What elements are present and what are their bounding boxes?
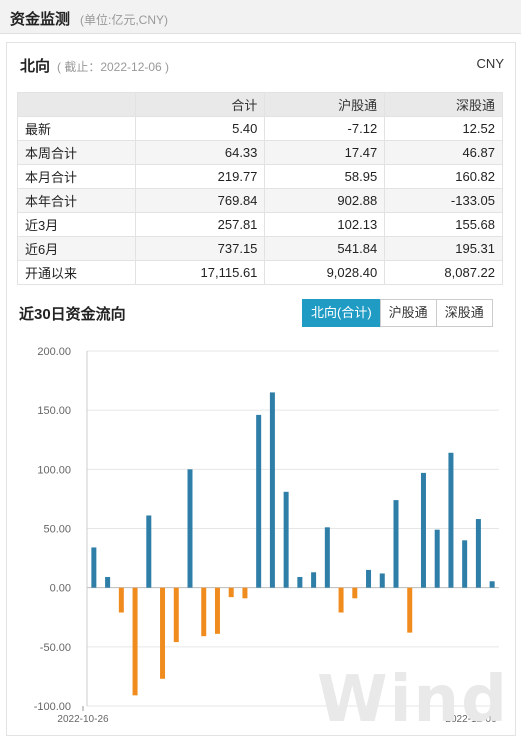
column-header <box>17 92 136 117</box>
table-row: 最新 5.40 -7.12 12.52 <box>17 116 503 141</box>
table-cell: 64.33 <box>134 140 266 165</box>
x-tick-label-start: 2022-10-26 <box>57 714 109 725</box>
tab-northbound-total[interactable]: 北向(合计) <box>302 299 381 327</box>
page-title: 资金监测 <box>10 11 71 28</box>
unit-label: (单位:亿元,CNY) <box>80 13 168 27</box>
bar <box>311 572 317 588</box>
flow-summary-table: 合计 沪股通 深股通 最新 5.40 -7.12 12.52 本周合计 64.3… <box>17 92 503 285</box>
northbound-title: 北向 <box>20 58 51 75</box>
y-tick-label: 0.00 <box>50 583 71 595</box>
y-tick-label: 200.00 <box>37 346 71 358</box>
table-cell: 17.47 <box>264 140 386 165</box>
y-tick-label: -50.00 <box>40 642 71 654</box>
bar <box>489 581 495 588</box>
row-label: 开通以来 <box>17 260 136 285</box>
table-cell: 102.13 <box>264 212 386 237</box>
bar <box>228 587 234 598</box>
row-label: 最新 <box>17 116 136 141</box>
table-cell: 737.15 <box>134 236 266 261</box>
table-cell: 8,087.22 <box>384 260 503 285</box>
tab-shanghai-connect[interactable]: 沪股通 <box>379 299 437 327</box>
bar <box>434 529 440 588</box>
bar <box>201 587 207 637</box>
table-cell: -7.12 <box>264 116 386 141</box>
bar <box>379 573 385 588</box>
bar <box>352 587 358 599</box>
tab-shenzhen-connect[interactable]: 深股通 <box>435 299 493 327</box>
table-cell: -133.05 <box>384 188 503 213</box>
table-cell: 902.88 <box>264 188 386 213</box>
bar <box>338 587 344 613</box>
y-tick-label: 100.00 <box>37 464 71 476</box>
bar <box>448 452 454 588</box>
y-tick-label: 150.00 <box>37 405 71 417</box>
bar <box>283 491 289 588</box>
table-cell: 9,028.40 <box>264 260 386 285</box>
bar <box>187 469 193 588</box>
bar <box>407 587 413 633</box>
bar <box>269 392 275 588</box>
bar <box>105 577 111 588</box>
bar <box>256 414 262 588</box>
bar <box>214 587 220 634</box>
bar <box>366 569 372 588</box>
table-cell: 195.31 <box>384 236 503 261</box>
bar <box>118 587 124 613</box>
bar <box>475 519 481 588</box>
page-header: 资金监测 (单位:亿元,CNY) <box>0 0 521 34</box>
table-cell: 257.81 <box>134 212 266 237</box>
row-label: 本月合计 <box>17 164 136 189</box>
table-cell: 155.68 <box>384 212 503 237</box>
table-cell: 219.77 <box>134 164 266 189</box>
table-cell: 160.82 <box>384 164 503 189</box>
row-label: 本年合计 <box>17 188 136 213</box>
bar <box>173 587 179 643</box>
table-row: 本周合计 64.33 17.47 46.87 <box>17 140 503 165</box>
table-row: 本年合计 769.84 902.88 -133.05 <box>17 188 503 213</box>
table-header-row: 合计 沪股通 深股通 <box>17 92 503 117</box>
bar <box>420 472 426 588</box>
row-label: 近3月 <box>17 212 136 237</box>
bar <box>146 515 152 588</box>
y-tick-label: 50.00 <box>43 524 71 536</box>
table-cell: 17,115.61 <box>134 260 266 285</box>
row-label: 近6月 <box>17 236 136 261</box>
flow-tabs: 北向(合计) 沪股通 深股通 <box>302 299 493 327</box>
table-cell: 46.87 <box>384 140 503 165</box>
currency-label: CNY <box>476 56 504 71</box>
table-row: 近3月 257.81 102.13 155.68 <box>17 212 503 237</box>
table-cell: 541.84 <box>264 236 386 261</box>
row-label: 本周合计 <box>17 140 136 165</box>
flow-chart: Wind 200.00 150.00 100.00 50.00 0.00 -50.00 -1… <box>7 333 515 737</box>
as-of-date: ( 截止：2022-12-06 ) <box>57 60 170 74</box>
table-row: 开通以来 17,115.61 9,028.40 8,087.22 <box>17 260 503 285</box>
wind-watermark: Wind <box>317 663 509 737</box>
bar <box>324 527 330 588</box>
column-header: 深股通 <box>384 92 503 117</box>
bar <box>160 587 166 679</box>
bar <box>393 500 399 588</box>
bar <box>462 540 468 588</box>
table-cell: 5.40 <box>134 116 266 141</box>
table-cell: 58.95 <box>264 164 386 189</box>
table-row: 本月合计 219.77 58.95 160.82 <box>17 164 503 189</box>
table-cell: 769.84 <box>134 188 266 213</box>
flow-section-title: 近30日资金流向 <box>19 306 126 323</box>
bar <box>132 587 138 696</box>
table-cell: 12.52 <box>384 116 503 141</box>
column-header: 合计 <box>134 92 266 117</box>
northbound-panel: 北向 ( 截止：2022-12-06 ) CNY 合计 沪股通 深股通 最新 5… <box>6 42 516 737</box>
y-tick-label: -100.00 <box>34 701 71 713</box>
column-header: 沪股通 <box>264 92 386 117</box>
table-row: 近6月 737.15 541.84 195.31 <box>17 236 503 261</box>
bar <box>91 547 97 588</box>
bar <box>242 587 248 599</box>
bar <box>297 577 303 588</box>
